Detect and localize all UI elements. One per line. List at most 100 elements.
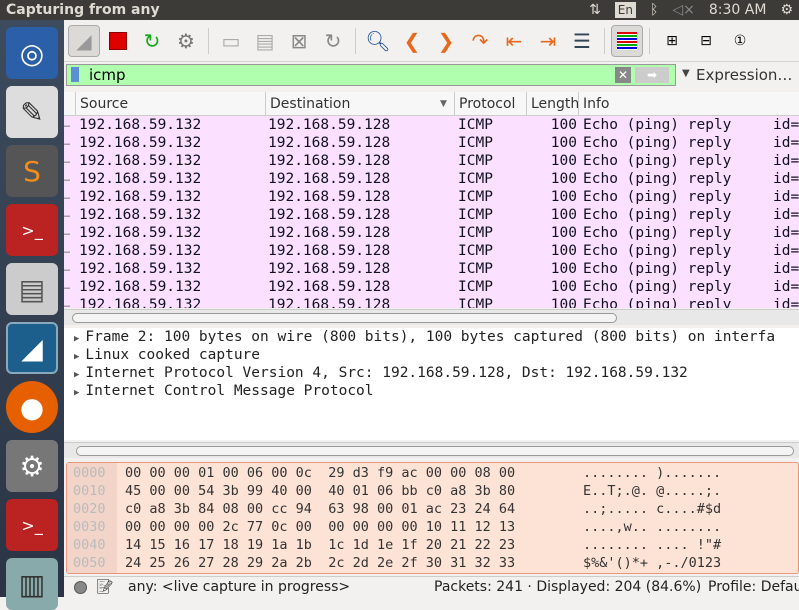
- open-file-icon[interactable]: ▭: [215, 25, 247, 57]
- capture-options-icon[interactable]: ⚙: [170, 25, 202, 57]
- stop-capture-icon[interactable]: [102, 25, 134, 57]
- column-info[interactable]: Info: [578, 92, 799, 116]
- expand-icon[interactable]: ▶: [74, 352, 79, 362]
- find-packet-icon[interactable]: 🔍︎: [362, 25, 394, 57]
- display-filter-input[interactable]: icmp ✕ ➡: [66, 64, 676, 86]
- packet-row[interactable]: … 192.168.59.132 192.168.59.128 ICMP 100…: [64, 152, 799, 170]
- colorize-icon[interactable]: [611, 24, 643, 57]
- close-file-icon[interactable]: ⊠: [283, 25, 315, 57]
- packet-row[interactable]: … 192.168.59.132 192.168.59.128 ICMP 100…: [64, 188, 799, 206]
- packet-row[interactable]: … 192.168.59.132 192.168.59.128 ICMP 100…: [64, 278, 799, 296]
- hex-bytes[interactable]: 24 25 26 27 28 29 2a 2b 2c 2d 2e 2f 30 3…: [125, 555, 515, 573]
- firefox-icon[interactable]: ●: [6, 381, 58, 433]
- cell-info: Echo (ping) reply: [583, 279, 732, 295]
- expand-icon[interactable]: ▶: [74, 370, 79, 380]
- settings-icon[interactable]: ⚙: [6, 440, 58, 492]
- packet-row[interactable]: … 192.168.59.132 192.168.59.128 ICMP 100…: [64, 170, 799, 188]
- packet-row[interactable]: … 192.168.59.132 192.168.59.128 ICMP 100…: [64, 224, 799, 242]
- previous-packet-icon[interactable]: ❮: [396, 25, 428, 57]
- zoom-in-icon[interactable]: ⊞: [656, 25, 688, 57]
- hex-ascii[interactable]: $%&'()*+ ,-./0123: [583, 555, 721, 573]
- expression-button[interactable]: Expression…: [696, 66, 792, 84]
- detail-frame[interactable]: ▶ Frame 2: 100 bytes on wire (800 bits), …: [64, 328, 799, 346]
- cell-protocol: ICMP: [458, 135, 493, 151]
- expand-icon[interactable]: ▶: [74, 334, 79, 344]
- save-file-icon[interactable]: ▤: [249, 25, 281, 57]
- column-protocol[interactable]: Protocol: [454, 92, 526, 116]
- cell-info: Echo (ping) reply: [583, 153, 732, 169]
- cell-protocol: ICMP: [458, 297, 493, 308]
- filter-history-dropdown-icon[interactable]: ▼: [682, 68, 690, 79]
- power-gear-icon[interactable]: ⚙: [780, 0, 793, 20]
- volume-muted-icon[interactable]: ◁×: [672, 0, 695, 20]
- detail-linux-cooked[interactable]: ▶ Linux cooked capture: [64, 346, 799, 364]
- clear-filter-icon[interactable]: ✕: [615, 67, 631, 83]
- trash-icon[interactable]: ▥: [6, 558, 58, 610]
- file-manager-icon[interactable]: ▤: [6, 263, 58, 315]
- restart-capture-icon[interactable]: ↻: [136, 25, 168, 57]
- packet-row[interactable]: … 192.168.59.132 192.168.59.128 ICMP 100…: [64, 134, 799, 152]
- packet-row[interactable]: … 192.168.59.132 192.168.59.128 ICMP 100…: [64, 296, 799, 308]
- row-marker: …: [64, 209, 71, 220]
- zoom-out-icon[interactable]: ⊟: [690, 25, 722, 57]
- bluetooth-icon[interactable]: ᛒ: [650, 0, 658, 20]
- packet-row[interactable]: … 192.168.59.132 192.168.59.128 ICMP 100…: [64, 242, 799, 260]
- packet-row[interactable]: … 192.168.59.132 192.168.59.128 ICMP 100…: [64, 206, 799, 224]
- cell-info-id: id=: [773, 171, 799, 187]
- cell-destination: 192.168.59.128: [268, 135, 391, 151]
- packet-list-scrollbar[interactable]: [64, 309, 799, 325]
- hex-bytes[interactable]: 14 15 16 17 18 19 1a 1b 1c 1d 1e 1f 20 2…: [125, 537, 515, 555]
- cell-info-id: id=: [773, 117, 799, 133]
- hex-bytes[interactable]: 00 00 00 00 2c 77 0c 00 00 00 00 00 10 1…: [125, 519, 515, 537]
- packet-list-header: Source Destination ▼ Protocol Length Inf…: [64, 92, 799, 116]
- reload-file-icon[interactable]: ↻: [317, 25, 349, 57]
- autoscroll-icon[interactable]: ☰: [566, 25, 598, 57]
- next-packet-icon[interactable]: ❯: [430, 25, 462, 57]
- packet-row[interactable]: … 192.168.59.132 192.168.59.128 ICMP 100…: [64, 116, 799, 134]
- cell-destination: 192.168.59.128: [268, 207, 391, 223]
- first-packet-icon[interactable]: ⇤: [498, 25, 530, 57]
- sublime-text-icon[interactable]: S: [6, 145, 58, 197]
- cell-destination: 192.168.59.128: [268, 171, 391, 187]
- hex-bytes[interactable]: 00 00 00 01 00 06 00 0c 29 d3 f9 ac 00 0…: [125, 465, 515, 483]
- column-source[interactable]: Source: [75, 92, 265, 116]
- packet-row[interactable]: … 192.168.59.132 192.168.59.128 ICMP 100…: [64, 260, 799, 278]
- expand-icon[interactable]: ▶: [74, 388, 79, 398]
- last-packet-icon[interactable]: ⇥: [532, 25, 564, 57]
- network-icon[interactable]: ⇅: [589, 0, 601, 20]
- start-capture-fin-icon[interactable]: ◢: [68, 24, 100, 57]
- wireshark-icon[interactable]: ◢: [6, 322, 58, 374]
- detail-ipv4[interactable]: ▶ Internet Protocol Version 4, Src: 192.1…: [64, 364, 799, 382]
- text-editor-icon[interactable]: ✎: [6, 86, 58, 138]
- scrollbar-thumb[interactable]: [72, 313, 617, 323]
- cell-protocol: ICMP: [458, 189, 493, 205]
- row-marker: …: [64, 155, 71, 166]
- go-to-packet-icon[interactable]: ↷: [464, 25, 496, 57]
- column-length[interactable]: Length: [526, 92, 579, 116]
- keyboard-language[interactable]: En: [614, 2, 636, 18]
- hex-bytes[interactable]: c0 a8 3b 84 08 00 cc 94 63 98 00 01 ac 2…: [125, 501, 515, 519]
- apply-filter-icon[interactable]: ➡: [635, 67, 669, 83]
- cell-source: 192.168.59.132: [79, 117, 202, 133]
- hex-ascii[interactable]: ........ .... !"#: [583, 537, 721, 555]
- row-marker: …: [64, 281, 71, 292]
- ubuntu-dash-icon[interactable]: ◎: [6, 27, 58, 79]
- expert-info-icon[interactable]: [74, 581, 87, 594]
- terminal-icon-2[interactable]: >_: [6, 499, 58, 551]
- details-scrollbar[interactable]: [64, 442, 799, 458]
- bookmark-icon[interactable]: [71, 67, 79, 82]
- profile[interactable]: Profile: Defau: [708, 577, 799, 598]
- column-destination[interactable]: Destination: [265, 92, 455, 116]
- scrollbar-thumb[interactable]: [76, 446, 794, 456]
- hex-ascii[interactable]: ..;..... c....#$d: [583, 501, 721, 519]
- row-marker: …: [64, 191, 71, 202]
- terminal-icon[interactable]: >_: [6, 204, 58, 256]
- detail-icmp[interactable]: ▶ Internet Control Message Protocol: [64, 382, 799, 400]
- hex-bytes[interactable]: 45 00 00 54 3b 99 40 00 40 01 06 bb c0 a…: [125, 483, 515, 501]
- hex-ascii[interactable]: ........ ).......: [583, 465, 721, 483]
- capture-comment-icon[interactable]: 📝︎: [96, 577, 114, 598]
- clock[interactable]: 8:30 AM: [709, 0, 767, 20]
- hex-ascii[interactable]: E..T;.@. @.....;.: [583, 483, 721, 501]
- normal-size-icon[interactable]: ①: [724, 25, 756, 57]
- hex-ascii[interactable]: ....,w.. ........: [583, 519, 721, 537]
